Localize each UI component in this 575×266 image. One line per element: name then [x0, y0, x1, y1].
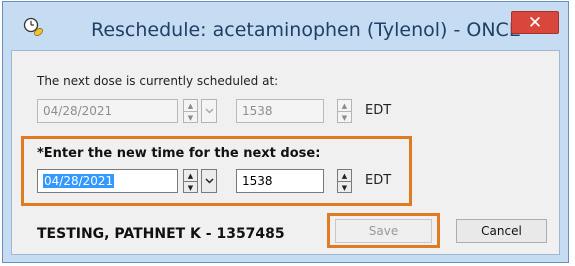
title-bar: Reschedule: acetaminophen (Tylenol) - ON… — [3, 2, 568, 52]
spin-up-icon[interactable]: ▲ — [184, 170, 197, 182]
new-date-dropdown[interactable] — [201, 169, 217, 193]
current-timezone: EDT — [365, 103, 392, 118]
chevron-down-icon — [205, 108, 213, 114]
spin-up-icon: ▲ — [184, 100, 197, 112]
spin-down-icon: ▼ — [187, 113, 194, 122]
patient-banner: TESTING, PATHNET K - 1357485 — [37, 226, 285, 242]
spin-up-icon[interactable]: ▲ — [338, 170, 351, 182]
dialog-window: Reschedule: acetaminophen (Tylenol) - ON… — [2, 1, 569, 263]
close-button[interactable]: ✕ — [511, 11, 559, 34]
new-date-spinner[interactable]: ▲ ▼ — [183, 169, 198, 193]
current-schedule-label: The next dose is currently scheduled at: — [37, 74, 279, 88]
new-time-spinner[interactable]: ▲ ▼ — [337, 169, 352, 193]
spin-down-icon: ▼ — [341, 113, 348, 122]
spin-down-icon[interactable]: ▼ — [338, 182, 351, 193]
current-time-field: 1538 — [236, 99, 324, 123]
close-icon: ✕ — [527, 12, 543, 33]
new-time-input[interactable]: 1538 — [236, 169, 324, 193]
save-button[interactable]: Save — [335, 219, 432, 243]
spin-up-icon: ▲ — [338, 100, 351, 112]
current-date-field: 04/28/2021 — [37, 99, 178, 123]
cancel-button[interactable]: Cancel — [456, 219, 547, 243]
current-time-spinner: ▲ ▼ — [337, 99, 352, 123]
spin-down-icon[interactable]: ▼ — [184, 182, 197, 193]
dialog-body: The next dose is currently scheduled at:… — [11, 50, 560, 255]
new-date-value: 04/28/2021 — [43, 174, 115, 188]
new-time-label: *Enter the new time for the next dose: — [37, 146, 321, 161]
current-date-dropdown — [201, 99, 217, 123]
new-date-input[interactable]: 04/28/2021 — [37, 169, 178, 193]
window-title: Reschedule: acetaminophen (Tylenol) - ON… — [91, 19, 521, 41]
new-timezone: EDT — [365, 173, 392, 188]
chevron-down-icon — [204, 178, 214, 184]
clock-pill-icon — [23, 17, 45, 39]
current-date-spinner: ▲ ▼ — [183, 99, 198, 123]
